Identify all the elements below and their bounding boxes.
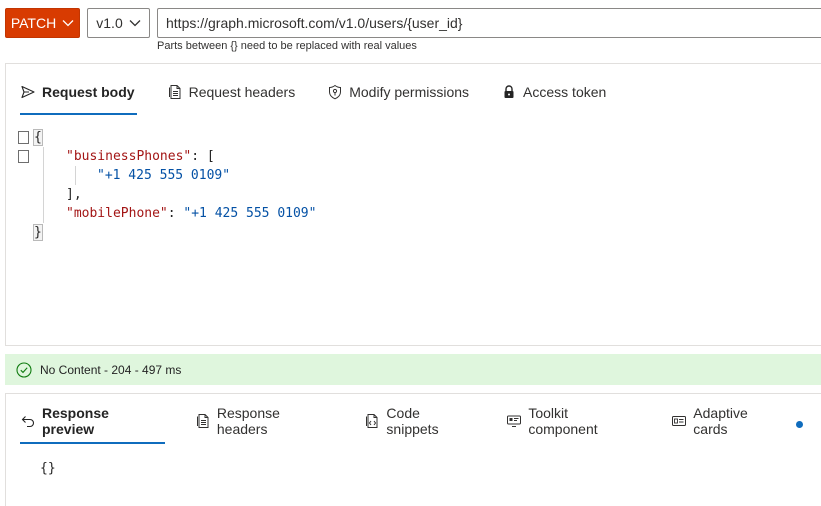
tab-response-preview[interactable]: Response preview [20,405,165,444]
indent-guide [43,147,44,223]
http-method-label: PATCH [10,15,57,31]
api-version-dropdown[interactable]: v1.0 [87,8,150,38]
code-line: "+1 425 555 0109" [97,166,230,185]
status-text: No Content - 204 - 497 ms [40,362,182,377]
fold-toggle[interactable] [18,150,29,163]
code-line: { [33,128,43,147]
shield-key-icon [327,84,343,100]
http-method-dropdown[interactable]: PATCH [5,8,80,38]
json-colon: : [191,149,207,164]
toolkit-icon [506,413,522,429]
new-indicator-dot [796,420,803,428]
response-body-viewer: {} [40,461,56,476]
tab-request-body[interactable]: Request body [20,78,137,115]
tab-modify-permissions[interactable]: Modify permissions [327,78,471,106]
tab-label: Response preview [42,405,109,437]
indent-guide [75,166,76,185]
send-icon [20,84,36,100]
card-icon [671,413,687,429]
code-line: "mobilePhone": "+1 425 555 0109" [66,204,316,223]
response-status-bar: No Content - 204 - 497 ms [5,354,821,385]
json-key: "businessPhones" [66,149,192,164]
check-circle-icon [16,361,32,378]
code-line: } [33,223,43,242]
tab-label: Access token [523,84,607,100]
json-string-value: "+1 425 555 0109" [97,168,231,183]
json-close-brace: } [33,224,43,241]
tab-label: Response headers [216,405,280,437]
json-open-brace: { [33,129,43,146]
request-tab-list: Request body Request headers Modify perm… [20,78,638,115]
code-line: "businessPhones": [ [66,147,215,166]
json-close-bracket: ], [66,187,82,202]
tab-response-headers[interactable]: Response headers [195,405,335,437]
response-tab-list: Response preview Response headers Code s… [20,405,821,444]
tab-label: Request body [42,84,135,100]
lock-icon [501,84,517,100]
fold-toggle[interactable] [18,131,29,144]
tab-label: Request headers [188,84,296,100]
tab-request-headers[interactable]: Request headers [167,78,298,106]
json-colon: : [167,206,184,221]
tab-label: Modify permissions [349,84,470,100]
request-panel: Request body Request headers Modify perm… [5,63,821,346]
document-icon [195,413,211,429]
code-line: ], [66,185,82,204]
tab-label: Adaptive cards [693,405,748,437]
chevron-down-icon [62,20,74,27]
tab-adaptive-cards[interactable]: Adaptive cards [671,405,805,437]
code-file-icon [364,413,380,429]
request-url-input[interactable] [157,8,821,38]
undo-arrow-icon [20,413,36,429]
url-hint-text: Parts between {} need to be replaced wit… [157,40,417,52]
api-version-label: v1.0 [96,15,123,31]
json-open-bracket: [ [206,149,215,164]
chevron-down-icon [129,20,141,27]
tab-code-snippets[interactable]: Code snippets [364,405,476,437]
tab-label: Toolkit component [528,405,598,437]
tab-label: Code snippets [386,405,439,437]
document-icon [167,84,183,100]
response-panel: Response preview Response headers Code s… [5,393,821,506]
tab-toolkit-component[interactable]: Toolkit component [506,405,641,437]
tab-access-token[interactable]: Access token [501,78,608,106]
json-key: "mobilePhone" [66,206,168,221]
json-string-value: "+1 425 555 0109" [183,206,317,221]
